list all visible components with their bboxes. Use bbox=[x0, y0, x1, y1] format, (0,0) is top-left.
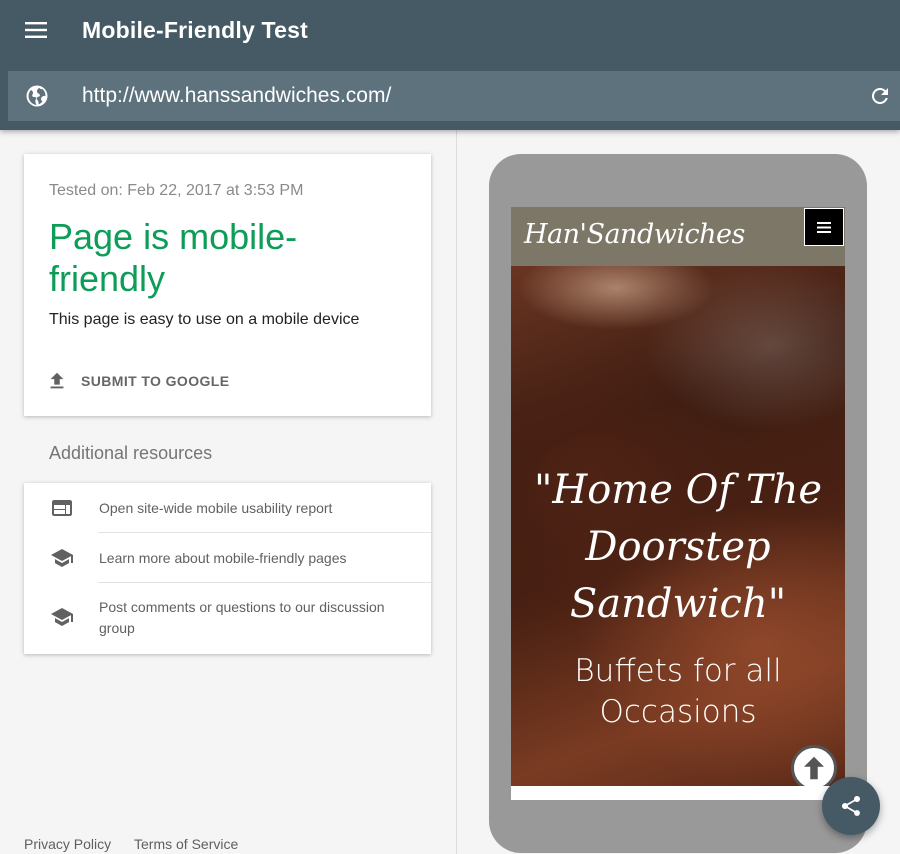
resource-label: Learn more about mobile-friendly pages bbox=[99, 550, 347, 566]
results-pane: Tested on: Feb 22, 2017 at 3:53 PM Page … bbox=[0, 130, 456, 854]
verdict-heading: Page is mobile-friendly bbox=[49, 216, 298, 299]
resource-item-discussion-group[interactable]: Post comments or questions to our discus… bbox=[24, 583, 431, 654]
share-button[interactable] bbox=[822, 777, 880, 835]
tested-on-timestamp: Tested on: Feb 22, 2017 at 3:53 PM bbox=[49, 182, 304, 199]
resource-label: Post comments or questions to our discus… bbox=[99, 599, 385, 636]
web-report-icon bbox=[52, 500, 72, 516]
arrow-up-icon bbox=[804, 756, 824, 780]
resource-item-learn-more[interactable]: Learn more about mobile-friendly pages bbox=[24, 533, 431, 583]
hero-subtitle: Buffets for all Occasions bbox=[574, 653, 782, 730]
url-bar bbox=[8, 71, 900, 121]
scroll-to-top-button[interactable] bbox=[791, 745, 837, 786]
resource-item-usability-report[interactable]: Open site-wide mobile usability report bbox=[24, 483, 431, 533]
site-header: Han'Sandwiches bbox=[511, 207, 845, 266]
phone-screen[interactable]: Han'Sandwiches "Home Of The Doorstep San… bbox=[511, 207, 845, 800]
globe-icon bbox=[26, 85, 48, 107]
hero-banner: "Home Of The Doorstep Sandwich" Buffets … bbox=[511, 266, 845, 786]
menu-icon bbox=[25, 22, 47, 38]
reload-icon[interactable] bbox=[868, 84, 892, 108]
phone-preview-frame: Han'Sandwiches "Home Of The Doorstep San… bbox=[489, 154, 867, 853]
resource-label: Open site-wide mobile usability report bbox=[99, 500, 333, 516]
url-input[interactable] bbox=[82, 79, 842, 113]
additional-resources-heading: Additional resources bbox=[49, 443, 213, 463]
terms-of-service-link[interactable]: Terms of Service bbox=[134, 836, 238, 852]
resources-card: Open site-wide mobile usability report L… bbox=[24, 483, 431, 654]
submit-to-google-button[interactable]: SUBMIT TO GOOGLE bbox=[46, 366, 229, 396]
site-logo: Han'Sandwiches bbox=[524, 219, 745, 250]
share-icon bbox=[842, 795, 861, 816]
pane-divider bbox=[456, 130, 457, 854]
app-title: Mobile-Friendly Test bbox=[82, 17, 308, 43]
result-card: Tested on: Feb 22, 2017 at 3:53 PM Page … bbox=[24, 154, 431, 416]
submit-label: SUBMIT TO GOOGLE bbox=[81, 373, 230, 389]
site-menu-button[interactable] bbox=[804, 208, 844, 246]
app-toolbar: Mobile-Friendly Test bbox=[0, 0, 900, 130]
school-icon bbox=[51, 608, 73, 626]
privacy-policy-link[interactable]: Privacy Policy bbox=[24, 836, 111, 852]
verdict-description: This page is easy to use on a mobile dev… bbox=[49, 311, 360, 328]
hamburger-icon bbox=[817, 221, 831, 233]
hero-quote: "Home Of The Doorstep Sandwich" bbox=[533, 467, 823, 627]
menu-button[interactable] bbox=[18, 14, 54, 46]
upload-icon bbox=[50, 372, 64, 389]
school-icon bbox=[51, 549, 73, 567]
